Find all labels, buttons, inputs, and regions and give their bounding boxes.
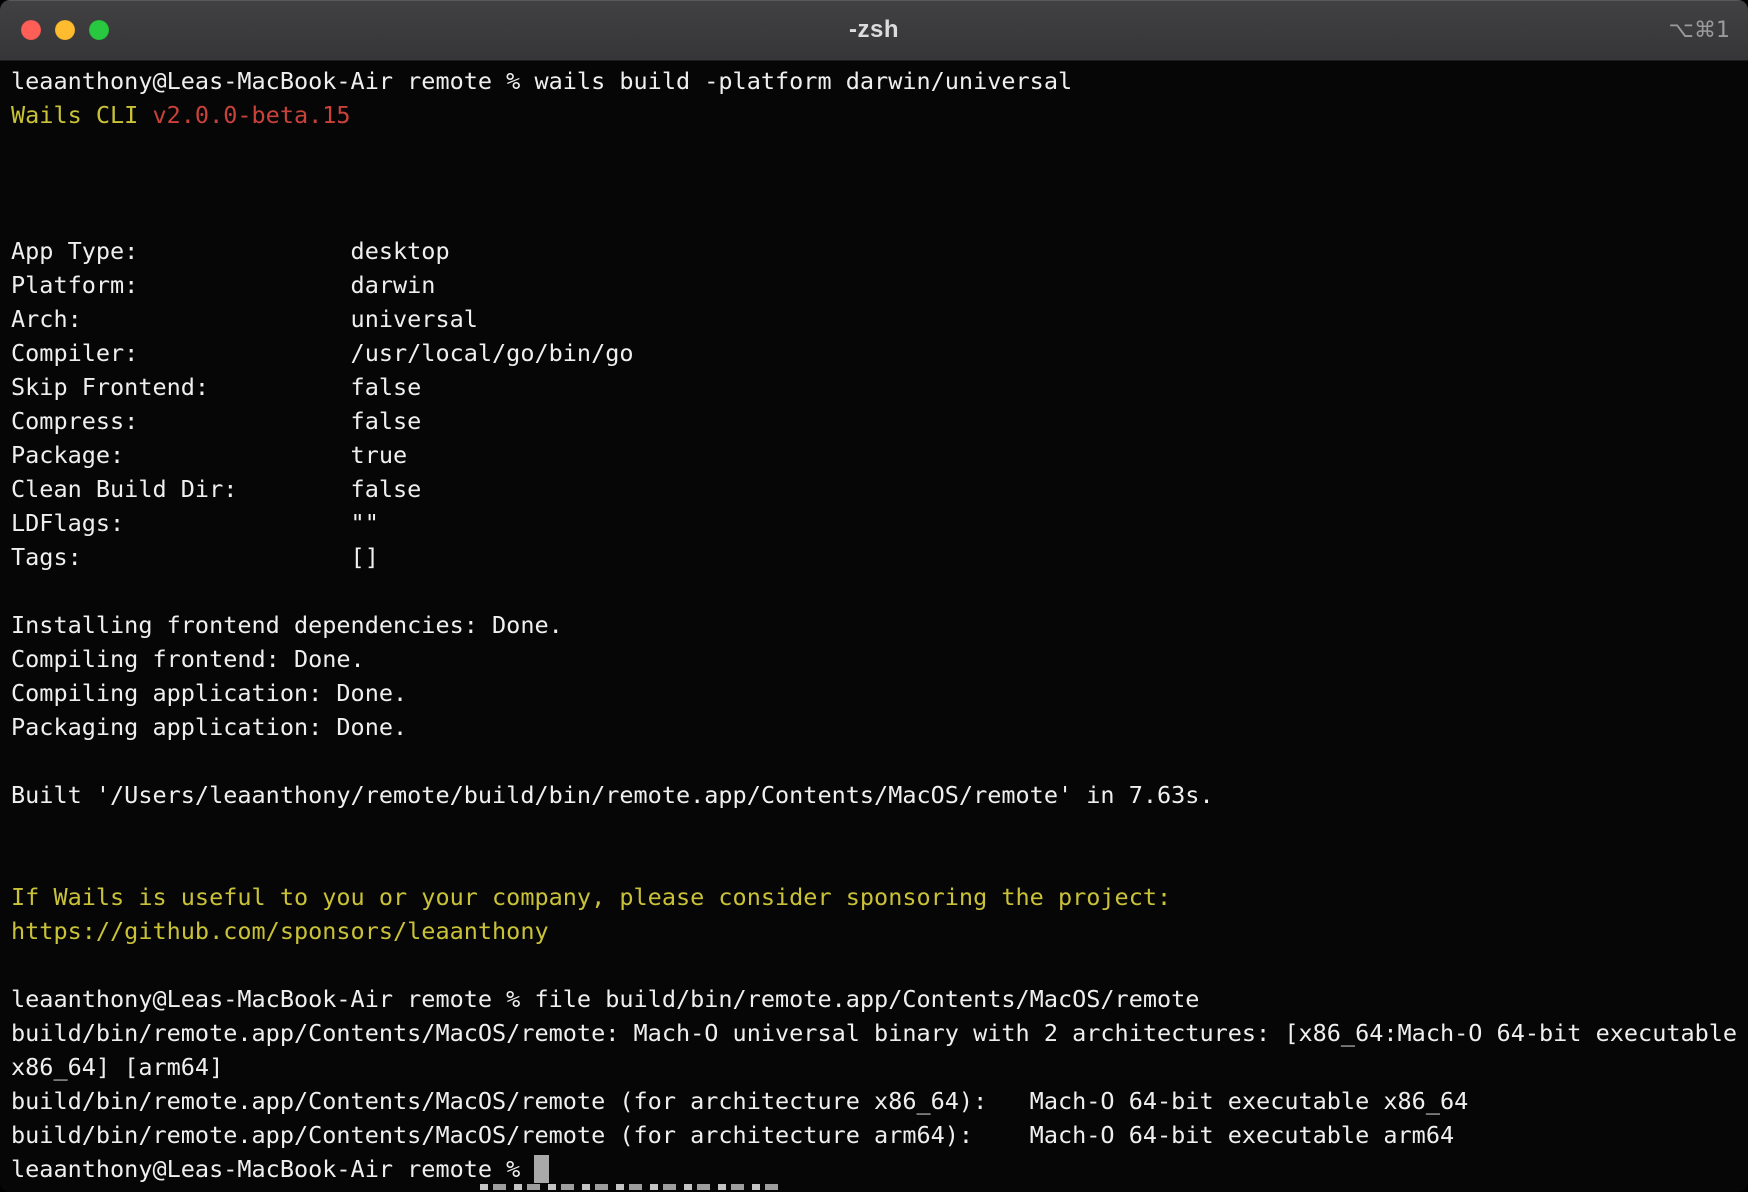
- terminal-text: leaanthony@Leas-MacBook-Air remote % fil…: [11, 985, 1199, 1013]
- terminal-text: leaanthony@Leas-MacBook-Air remote %: [11, 1155, 534, 1183]
- terminal-text: Platform: darwin: [11, 271, 435, 299]
- terminal-line: Installing frontend dependencies: Done.: [11, 608, 1742, 642]
- terminal-text: Package: true: [11, 441, 407, 469]
- terminal-text: LDFlags: "": [11, 509, 379, 537]
- terminal-line: Packaging application: Done.: [11, 710, 1742, 744]
- terminal-text: Packaging application: Done.: [11, 713, 407, 741]
- terminal-line: leaanthony@Leas-MacBook-Air remote % fil…: [11, 982, 1742, 1016]
- traffic-lights: [21, 0, 109, 60]
- terminal-line: [11, 574, 1742, 608]
- terminal-text: build/bin/remote.app/Contents/MacOS/remo…: [11, 1087, 1468, 1115]
- terminal-line: https://github.com/sponsors/leaanthony: [11, 914, 1742, 948]
- terminal-text: If Wails is useful to you or your compan…: [11, 883, 1171, 911]
- terminal-line: [11, 744, 1742, 778]
- terminal-line: [11, 948, 1742, 982]
- terminal-cursor: [534, 1155, 548, 1183]
- terminal-text: Compiling frontend: Done.: [11, 645, 365, 673]
- terminal-text: Clean Build Dir: false: [11, 475, 421, 503]
- terminal-line: If Wails is useful to you or your compan…: [11, 880, 1742, 914]
- zoom-button[interactable]: [89, 20, 109, 40]
- clipped-text-artifact: [480, 1184, 780, 1190]
- terminal-line: Compiler: /usr/local/go/bin/go: [11, 336, 1742, 370]
- terminal-line: Arch: universal: [11, 302, 1742, 336]
- terminal-line: Compress: false: [11, 404, 1742, 438]
- terminal-text: Compiling application: Done.: [11, 679, 407, 707]
- tab-shortcut-badge: ⌥⌘1: [1669, 0, 1730, 60]
- close-button[interactable]: [21, 20, 41, 40]
- terminal-line: Tags: []: [11, 540, 1742, 574]
- terminal-text: App Type: desktop: [11, 237, 450, 265]
- terminal-text: v2.0.0-beta.15: [152, 101, 350, 129]
- terminal-line: LDFlags: "": [11, 506, 1742, 540]
- terminal-line: Platform: darwin: [11, 268, 1742, 302]
- terminal-line: build/bin/remote.app/Contents/MacOS/remo…: [11, 1016, 1742, 1050]
- terminal-line: build/bin/remote.app/Contents/MacOS/remo…: [11, 1084, 1742, 1118]
- terminal-line: [11, 166, 1742, 200]
- terminal-line: [11, 200, 1742, 234]
- terminal-line: Wails CLI v2.0.0-beta.15: [11, 98, 1742, 132]
- terminal-line: Compiling application: Done.: [11, 676, 1742, 710]
- terminal-line: Compiling frontend: Done.: [11, 642, 1742, 676]
- terminal-text: Built '/Users/leaanthony/remote/build/bi…: [11, 781, 1214, 809]
- terminal-text: x86_64] [arm64]: [11, 1053, 223, 1081]
- terminal-line: build/bin/remote.app/Contents/MacOS/remo…: [11, 1118, 1742, 1152]
- terminal-window: -zsh ⌥⌘1 leaanthony@Leas-MacBook-Air rem…: [0, 0, 1748, 1192]
- terminal-line: x86_64] [arm64]: [11, 1050, 1742, 1084]
- terminal-output[interactable]: leaanthony@Leas-MacBook-Air remote % wai…: [0, 61, 1748, 1192]
- terminal-text: build/bin/remote.app/Contents/MacOS/remo…: [11, 1019, 1737, 1047]
- terminal-line: leaanthony@Leas-MacBook-Air remote %: [11, 1152, 1742, 1186]
- terminal-text: Arch: universal: [11, 305, 478, 333]
- minimize-button[interactable]: [55, 20, 75, 40]
- terminal-line: [11, 846, 1742, 880]
- window-title: -zsh: [849, 16, 899, 44]
- terminal-line: [11, 132, 1742, 166]
- terminal-line: [11, 812, 1742, 846]
- terminal-text: build/bin/remote.app/Contents/MacOS/remo…: [11, 1121, 1454, 1149]
- terminal-line: Package: true: [11, 438, 1742, 472]
- terminal-text: Skip Frontend: false: [11, 373, 421, 401]
- terminal-text: leaanthony@Leas-MacBook-Air remote % wai…: [11, 67, 1072, 95]
- terminal-line: App Type: desktop: [11, 234, 1742, 268]
- terminal-text: Wails CLI: [11, 101, 152, 129]
- terminal-line: Skip Frontend: false: [11, 370, 1742, 404]
- terminal-text: https://github.com/sponsors/leaanthony: [11, 917, 549, 945]
- terminal-text: Compress: false: [11, 407, 421, 435]
- terminal-line: Built '/Users/leaanthony/remote/build/bi…: [11, 778, 1742, 812]
- terminal-line: leaanthony@Leas-MacBook-Air remote % wai…: [11, 64, 1742, 98]
- titlebar[interactable]: -zsh ⌥⌘1: [0, 0, 1748, 61]
- terminal-text: Compiler: /usr/local/go/bin/go: [11, 339, 634, 367]
- terminal-text: Installing frontend dependencies: Done.: [11, 611, 563, 639]
- terminal-line: Clean Build Dir: false: [11, 472, 1742, 506]
- terminal-text: Tags: []: [11, 543, 379, 571]
